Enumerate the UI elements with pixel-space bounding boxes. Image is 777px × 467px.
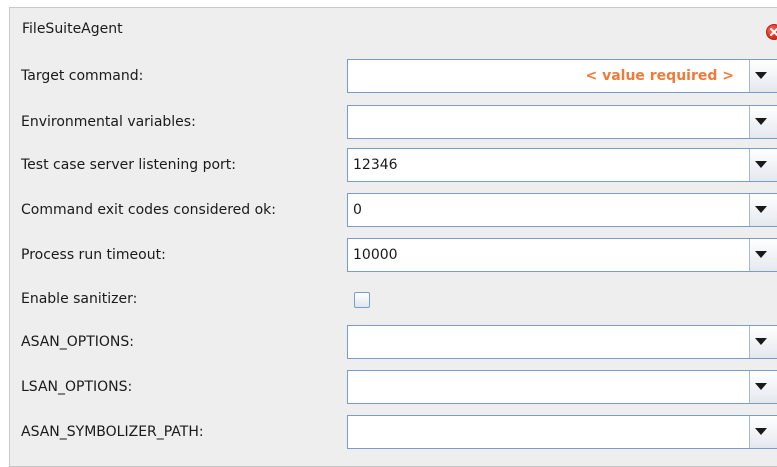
exit-codes-label: Command exit codes considered ok: [21,202,277,218]
run-timeout-label: Process run timeout: [21,247,166,263]
triangle-down-icon [755,118,767,125]
row-asan-options: ASAN_OPTIONS: [0,325,777,361]
target-command-combo[interactable]: < value required > [347,59,777,93]
listening-port-dropdown-button[interactable] [749,149,777,181]
lsan-options-label: LSAN_OPTIONS: [21,379,133,395]
exit-codes-value[interactable]: 0 [353,202,362,218]
enable-sanitizer-checkbox[interactable] [354,292,370,308]
row-listening-port: Test case server listening port: 12346 [0,148,777,184]
asan-options-combo[interactable] [347,325,777,359]
asan-options-dropdown-button[interactable] [749,326,777,358]
env-variables-combo[interactable] [347,105,777,139]
listening-port-combo[interactable]: 12346 [347,148,777,182]
asan-symbolizer-path-label: ASAN_SYMBOLIZER_PATH: [21,424,204,440]
row-asan-symbolizer-path: ASAN_SYMBOLIZER_PATH: [0,415,777,451]
lsan-options-combo[interactable] [347,370,777,404]
target-command-dropdown-button[interactable] [749,60,777,92]
panel-title: FileSuiteAgent [22,21,123,37]
triangle-down-icon [755,72,767,79]
env-variables-dropdown-button[interactable] [749,106,777,138]
close-icon [770,28,777,36]
row-exit-codes: Command exit codes considered ok: 0 [0,193,777,229]
run-timeout-value[interactable]: 10000 [353,247,398,263]
close-button[interactable] [766,24,777,40]
exit-codes-dropdown-button[interactable] [749,194,777,226]
target-command-label: Target command: [21,68,144,84]
row-env-variables: Environmental variables: [0,105,777,141]
run-timeout-combo[interactable]: 10000 [347,238,777,272]
asan-symbolizer-path-combo[interactable] [347,415,777,449]
run-timeout-dropdown-button[interactable] [749,239,777,271]
row-enable-sanitizer: Enable sanitizer: [0,282,777,318]
row-lsan-options: LSAN_OPTIONS: [0,370,777,406]
listening-port-value[interactable]: 12346 [353,157,398,173]
env-variables-label: Environmental variables: [21,114,196,130]
exit-codes-combo[interactable]: 0 [347,193,777,227]
triangle-down-icon [755,428,767,435]
listening-port-label: Test case server listening port: [21,157,236,173]
triangle-down-icon [755,383,767,390]
triangle-down-icon [755,161,767,168]
row-target-command: Target command: < value required > [0,59,777,95]
lsan-options-dropdown-button[interactable] [749,371,777,403]
triangle-down-icon [755,338,767,345]
row-run-timeout: Process run timeout: 10000 [0,238,777,274]
triangle-down-icon [755,251,767,258]
asan-options-label: ASAN_OPTIONS: [21,334,135,350]
enable-sanitizer-label: Enable sanitizer: [21,291,138,307]
value-required-warning: < value required > [585,68,734,84]
triangle-down-icon [755,206,767,213]
asan-symbolizer-path-dropdown-button[interactable] [749,416,777,448]
